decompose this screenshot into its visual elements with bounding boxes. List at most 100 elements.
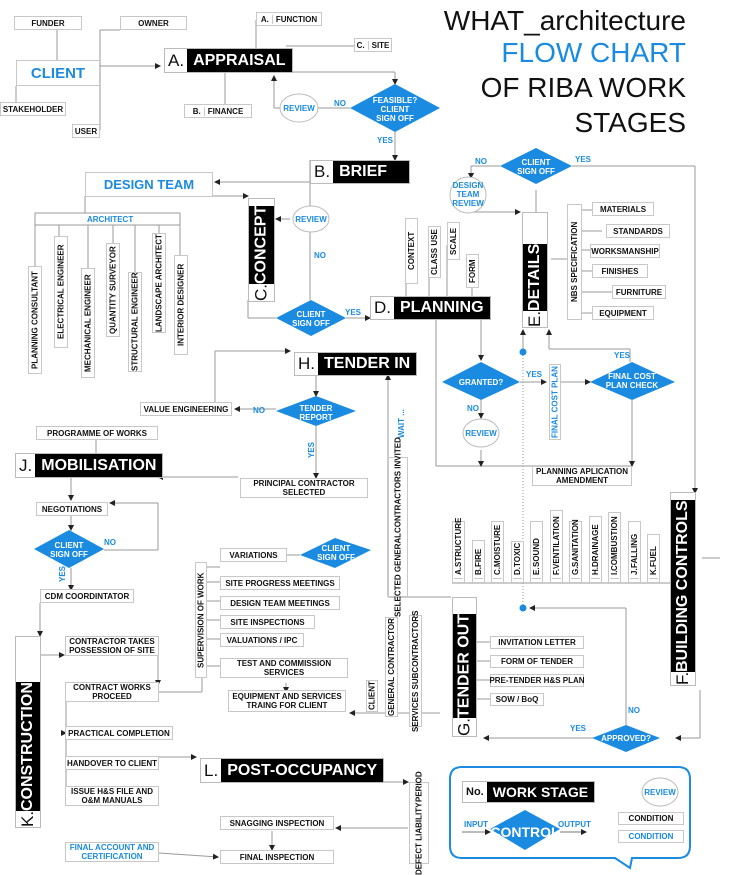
decision-text: TENDER bbox=[300, 404, 333, 413]
spec-item: MATERIALS bbox=[592, 202, 654, 216]
svg-text:YES: YES bbox=[58, 565, 67, 582]
design-team-member: STRUCTURAL ENGINEER bbox=[128, 272, 142, 372]
decision-text: SIGN OFF bbox=[50, 550, 88, 559]
svg-text:YES: YES bbox=[307, 441, 316, 458]
decision-text: CLIENT bbox=[55, 541, 84, 550]
svg-text:OUTPUT: OUTPUT bbox=[558, 820, 591, 829]
review-text: REVIEW bbox=[283, 104, 315, 113]
tender-out-item: INVITATION LETTER bbox=[490, 636, 584, 649]
planning-context: CONTEXT bbox=[405, 218, 418, 284]
design-team-box: DESIGN TEAM bbox=[85, 172, 213, 197]
decision-text: REPORT bbox=[299, 413, 332, 422]
principal-contractor-selected: PRINCIPAL CONTRACTOR SELECTED bbox=[240, 478, 368, 498]
appraisal-site: C. SITE bbox=[354, 38, 392, 52]
construction-step: CONTRACTOR TAKES POSSESSION OF SITE bbox=[65, 636, 159, 656]
client-role-owner: OWNER bbox=[120, 16, 187, 30]
supervision-item: SITE INSPECTIONS bbox=[220, 615, 315, 629]
stage-code: B. bbox=[311, 161, 334, 183]
spec-item: FINISHES bbox=[592, 264, 648, 278]
svg-text:NO: NO bbox=[628, 706, 640, 715]
title-line-2: FLOW CHART bbox=[501, 37, 686, 68]
stage-a-appraisal[interactable]: A. APPRAISAL bbox=[164, 48, 293, 73]
legend-control-text: CONTROL bbox=[490, 824, 560, 840]
final-cost-plan: FINAL COST PLAN bbox=[549, 364, 561, 440]
stage-code: E. bbox=[523, 310, 547, 327]
appraisal-finance: B. FINANCE bbox=[184, 104, 252, 118]
planning-scale: SCALE bbox=[447, 222, 460, 260]
snagging-inspection: SNAGGING INSPECTION bbox=[220, 816, 334, 830]
building-control-item: J. FALLING bbox=[627, 521, 641, 583]
stage-name: TENDER OUT bbox=[453, 614, 476, 719]
design-team-member: MECHANICAL ENGINEER bbox=[81, 268, 95, 378]
decision-text: SIGN OFF bbox=[292, 319, 330, 328]
stage-name: APPRAISAL bbox=[187, 49, 292, 72]
stage-name: BUILDING CONTROLS bbox=[671, 500, 695, 672]
svg-text:YES: YES bbox=[570, 724, 587, 733]
defect-liability-period: DEFECT LIABILITY PERIOD bbox=[409, 771, 429, 875]
test-and-commission: TEST AND COMMISSION SERVICES bbox=[220, 658, 348, 678]
stage-name: BRIEF bbox=[333, 161, 410, 183]
building-control-item: A. STRUCTURE bbox=[452, 518, 465, 583]
title-line-4: STAGES bbox=[574, 107, 686, 138]
svg-text:YES: YES bbox=[614, 351, 631, 360]
client-box: CLIENT bbox=[16, 60, 100, 86]
tender-out-item: FORM OF TENDER bbox=[490, 655, 584, 668]
stage-h-tender-in[interactable]: H. TENDER IN bbox=[294, 352, 418, 376]
stage-code: A. bbox=[165, 49, 188, 72]
svg-text:NO: NO bbox=[467, 404, 479, 413]
stage-name: PLANNING bbox=[394, 297, 490, 319]
svg-text:NO: NO bbox=[253, 406, 265, 415]
client-role-stakeholder: STAKEHOLDER bbox=[0, 102, 66, 116]
party-client: CLIENT bbox=[366, 680, 378, 712]
stage-b-brief[interactable]: B. BRIEF bbox=[310, 160, 411, 184]
stage-f-building-controls[interactable]: F. BUILDING CONTROLS bbox=[670, 492, 696, 686]
nbs-specification: NBS SPECIFICATION bbox=[567, 204, 582, 320]
programme-of-works: PROGRAMME OF WORKS bbox=[36, 426, 158, 440]
construction-step: PRACTICAL COMPLETION bbox=[65, 726, 173, 740]
decision-text: CLIENT bbox=[297, 310, 326, 319]
appraisal-function: A. FUNCTION bbox=[256, 12, 322, 26]
svg-text:NO: NO bbox=[314, 251, 326, 260]
stage-k-construction[interactable]: K. CONSTRUCTION bbox=[15, 636, 41, 828]
construction-step: ISSUE H&S FILE AND O&M MANUALS bbox=[65, 786, 159, 806]
supervision-of-work: SUPERVISION OF WORK bbox=[195, 562, 207, 678]
party-services-subcontractors: SERVICES SUBCONTRACTORS bbox=[409, 610, 422, 732]
legend-code: No. bbox=[463, 782, 487, 802]
stage-d-planning[interactable]: D. PLANNING bbox=[370, 296, 491, 320]
stage-l-post-occupancy[interactable]: L. POST-OCCUPANCY bbox=[200, 758, 385, 783]
decision-text: FEASIBLE? bbox=[373, 96, 418, 105]
building-control-item: H. DRAINAGE bbox=[588, 516, 602, 583]
party-general-contractor: GENERAL CONTRACTOR bbox=[385, 617, 398, 717]
stage-code: D. bbox=[371, 297, 394, 319]
stage-code: F. bbox=[671, 671, 695, 685]
svg-text:NO: NO bbox=[104, 538, 116, 547]
legend-name: WORK STAGE bbox=[486, 782, 595, 802]
stage-g-tender-out[interactable]: G. TENDER OUT bbox=[452, 597, 477, 737]
review-text: REVIEW bbox=[465, 429, 497, 438]
building-control-item: E. SOUND bbox=[530, 521, 543, 583]
planning-amendment: PLANNING APLICATION AMENDMENT bbox=[532, 466, 632, 486]
stage-code: L. bbox=[201, 759, 222, 782]
decision-text: SIGN OFF bbox=[376, 114, 414, 123]
construction-step: CONTRACT WORKS PROCEED bbox=[65, 682, 159, 702]
decision-text: GRANTED? bbox=[459, 378, 504, 387]
building-control-item: C. MOISTURE bbox=[491, 521, 504, 583]
decision-text: PLAN CHECK bbox=[606, 381, 659, 390]
stage-j-mobilisation[interactable]: J. MOBILISATION bbox=[15, 453, 164, 478]
svg-text:YES: YES bbox=[377, 136, 394, 145]
decision-text: SIGN OFF bbox=[317, 553, 355, 562]
stage-name: TENDER IN bbox=[318, 353, 417, 375]
review-text: TEAM bbox=[457, 190, 480, 199]
junction-dot bbox=[519, 348, 527, 356]
svg-text:NO: NO bbox=[475, 157, 487, 166]
tender-out-item: SOW / BoQ bbox=[490, 693, 544, 706]
svg-text:YES: YES bbox=[345, 308, 362, 317]
stage-e-details[interactable]: E. DETAILS bbox=[522, 212, 548, 328]
svg-text:NO: NO bbox=[334, 99, 346, 108]
supervision-item: DESIGN TEAM MEETINGS bbox=[220, 596, 340, 610]
stage-c-concept[interactable]: C. CONCEPT bbox=[248, 198, 275, 302]
decision-text: CLIENT bbox=[322, 544, 351, 553]
selected-contractors-invited: SELECTED GENERAL CONTRACTORS INVITED bbox=[388, 437, 408, 617]
decision-text: CLIENT bbox=[522, 158, 551, 167]
design-team-member: QUANTITY SURVEYOR bbox=[106, 243, 120, 337]
